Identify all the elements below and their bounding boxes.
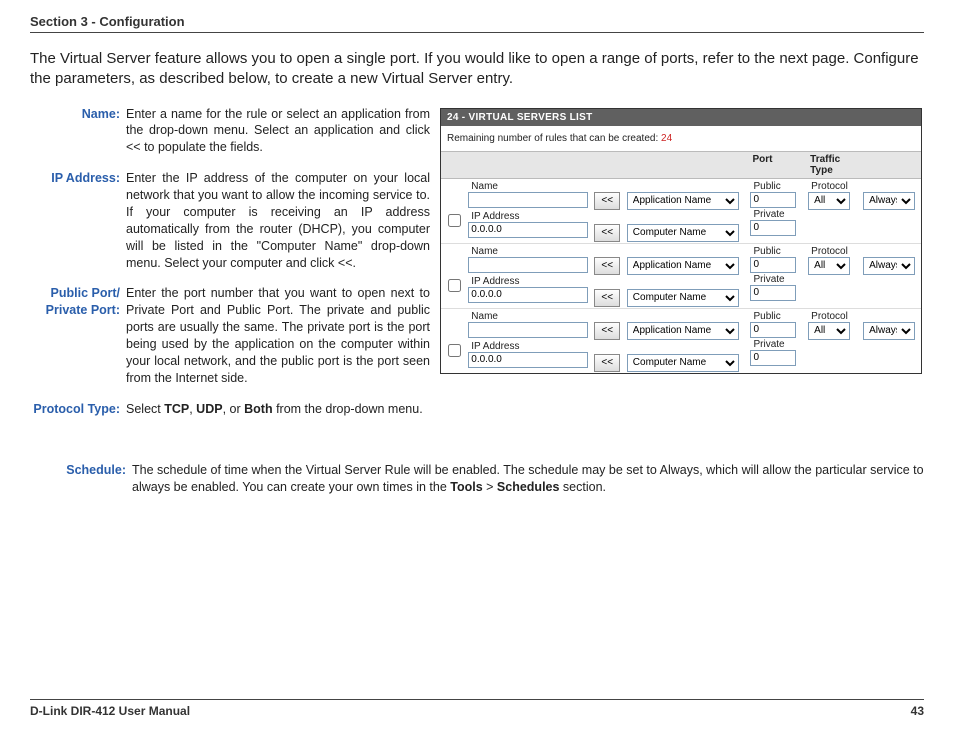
hdr-blank3 — [590, 151, 625, 178]
rule1-application-select[interactable]: Application Name — [627, 192, 739, 210]
rule2-name-label: Name — [468, 245, 587, 257]
intro-text: The Virtual Server feature allows you to… — [30, 49, 924, 90]
def-body-protocol: Select TCP, UDP, or Both from the drop-d… — [126, 401, 430, 418]
hdr-blank1 — [441, 151, 466, 178]
rule3-schedule-select[interactable]: Always — [863, 322, 915, 340]
rule2-application-select[interactable]: Application Name — [627, 257, 739, 275]
rule2-ip-input[interactable] — [468, 287, 587, 303]
def-label-ip: IP Address: — [30, 170, 126, 271]
rule3-protocol-select[interactable]: All — [808, 322, 850, 340]
rule2-public-label: Public — [750, 245, 804, 257]
rule1-enable-checkbox[interactable] — [448, 214, 461, 227]
schedule-gt: > — [483, 480, 497, 494]
rule2-schedule-select[interactable]: Always — [863, 257, 915, 275]
protocol-both: Both — [244, 402, 272, 416]
def-label-name: Name: — [30, 106, 126, 157]
def-label-public-port: Public Port/ — [51, 286, 120, 300]
def-body-name: Enter a name for the rule or select an a… — [126, 106, 430, 157]
rule3-enable-checkbox[interactable] — [448, 344, 461, 357]
rule1-protocol-label: Protocol — [808, 180, 859, 192]
rule3-app-push-button[interactable]: << — [594, 322, 620, 340]
remaining-label: Remaining number of rules that can be cr… — [447, 133, 661, 144]
rule1-public-label: Public — [750, 180, 804, 192]
section-header: Section 3 - Configuration — [30, 14, 924, 33]
def-body-ip: Enter the IP address of the computer on … — [126, 170, 430, 271]
rule3-comp-push-button[interactable]: << — [594, 354, 620, 372]
rule3-public-port[interactable] — [750, 322, 796, 338]
rule3-name-label: Name — [468, 310, 587, 322]
rule3-computer-select[interactable]: Computer Name — [627, 354, 739, 372]
rule3-private-label: Private — [750, 338, 804, 350]
rule1-ip-input[interactable] — [468, 222, 587, 238]
rule2-comp-push-button[interactable]: << — [594, 289, 620, 307]
rule2-app-push-button[interactable]: << — [594, 257, 620, 275]
protocol-tcp: TCP — [164, 402, 189, 416]
schedule-tools: Tools — [450, 480, 482, 494]
rule3-ip-input[interactable] — [468, 352, 587, 368]
remaining-value: 24 — [661, 133, 672, 144]
rule2-ip-label: IP Address — [468, 275, 587, 287]
def-label-schedule: Schedule: — [30, 462, 132, 497]
rule1-name-input[interactable] — [468, 192, 587, 208]
rule2-protocol-label: Protocol — [808, 245, 859, 257]
def-body-schedule: The schedule of time when the Virtual Se… — [132, 462, 924, 497]
def-label-protocol: Protocol Type: — [30, 401, 126, 418]
rule1-comp-push-button[interactable]: << — [594, 224, 620, 242]
rule2-name-input[interactable] — [468, 257, 587, 273]
protocol-post: from the drop-down menu. — [273, 402, 423, 416]
schedule-schedules: Schedules — [497, 480, 560, 494]
rule1-protocol-select[interactable]: All — [808, 192, 850, 210]
protocol-udp: UDP — [196, 402, 222, 416]
rule1-app-push-button[interactable]: << — [594, 192, 620, 210]
rule2-public-port[interactable] — [750, 257, 796, 273]
rule1-private-label: Private — [750, 208, 804, 220]
rule3-application-select[interactable]: Application Name — [627, 322, 739, 340]
rule3-private-port[interactable] — [750, 350, 796, 366]
rule1-public-port[interactable] — [750, 192, 796, 208]
footer-left: D-Link DIR-412 User Manual — [30, 704, 190, 718]
rule2-private-label: Private — [750, 273, 804, 285]
rule1-name-label: Name — [468, 180, 587, 192]
footer-page: 43 — [911, 704, 924, 718]
schedule-post: section. — [559, 480, 606, 494]
rule1-private-port[interactable] — [750, 220, 796, 236]
hdr-port: Port — [748, 151, 806, 178]
hdr-blank4 — [625, 151, 749, 178]
hdr-traffic: Traffic Type — [806, 151, 861, 178]
rule1-schedule-select[interactable]: Always — [863, 192, 915, 210]
panel-remaining: Remaining number of rules that can be cr… — [441, 126, 921, 151]
rule2-enable-checkbox[interactable] — [448, 279, 461, 292]
rule1-computer-select[interactable]: Computer Name — [627, 224, 739, 242]
virtual-servers-panel: 24 - VIRTUAL SERVERS LIST Remaining numb… — [440, 108, 922, 374]
protocol-sep2: , or — [223, 402, 245, 416]
hdr-blank5 — [861, 151, 921, 178]
rule3-ip-label: IP Address — [468, 340, 587, 352]
rule2-private-port[interactable] — [750, 285, 796, 301]
protocol-pre: Select — [126, 402, 164, 416]
rule3-public-label: Public — [750, 310, 804, 322]
rule2-protocol-select[interactable]: All — [808, 257, 850, 275]
rule3-protocol-label: Protocol — [808, 310, 859, 322]
def-label-ports: Public Port/ Private Port: — [30, 285, 126, 386]
def-body-ports: Enter the port number that you want to o… — [126, 285, 430, 386]
rule2-computer-select[interactable]: Computer Name — [627, 289, 739, 307]
def-label-private-port: Private Port: — [46, 303, 120, 317]
hdr-blank2 — [466, 151, 589, 178]
rule1-ip-label: IP Address — [468, 210, 587, 222]
rule3-name-input[interactable] — [468, 322, 587, 338]
panel-title: 24 - VIRTUAL SERVERS LIST — [441, 109, 921, 126]
